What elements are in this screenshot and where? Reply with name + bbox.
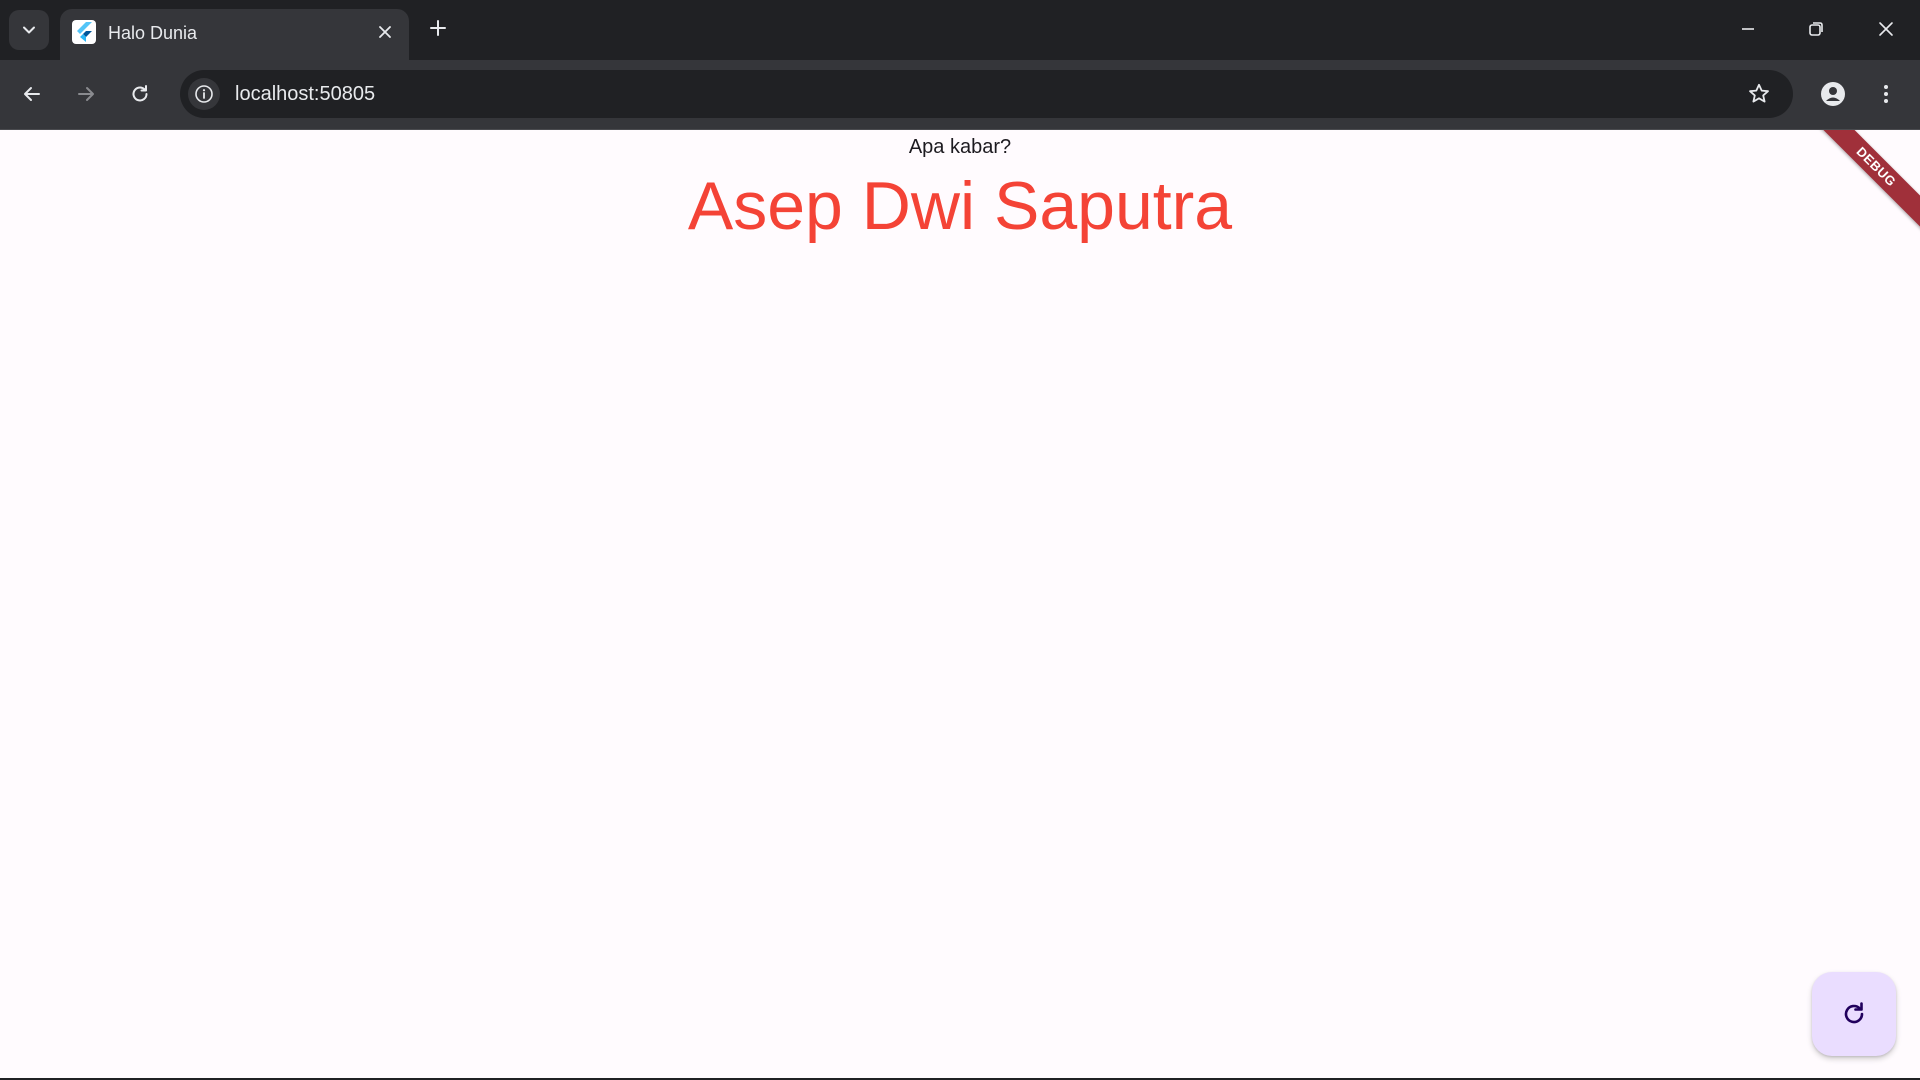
back-button[interactable] — [12, 74, 52, 114]
browser-tab-active[interactable]: Halo Dunia — [60, 9, 409, 60]
refresh-icon — [1844, 1002, 1864, 1024]
arrow-left-icon — [24, 87, 40, 101]
restore-icon — [1809, 22, 1823, 36]
info-icon — [195, 85, 213, 103]
browser-menu-button[interactable] — [1866, 74, 1906, 114]
tab-search-button[interactable] — [9, 10, 49, 50]
profile-button[interactable] — [1813, 74, 1853, 114]
chevron-down-icon — [23, 26, 35, 34]
new-tab-button[interactable] — [422, 12, 454, 44]
more-vert-icon — [1884, 85, 1888, 103]
restore-button[interactable] — [1788, 6, 1844, 52]
refresh-fab-button[interactable] — [1812, 972, 1896, 1056]
name-heading: Asep Dwi Saputra — [687, 168, 1233, 244]
tab-strip: Halo Dunia — [0, 0, 1920, 60]
star-icon — [1749, 83, 1769, 103]
address-bar[interactable]: localhost:50805 — [180, 70, 1793, 118]
close-window-button[interactable] — [1858, 6, 1914, 52]
flutter-logo-icon — [72, 20, 96, 44]
tab-title: Halo Dunia — [108, 23, 198, 43]
close-icon — [1879, 22, 1893, 36]
close-icon — [379, 26, 391, 38]
app-viewport: Apa kabar? Asep Dwi Saputra DEBUG — [0, 130, 1920, 1080]
browser-toolbar: localhost:50805 — [0, 60, 1920, 130]
minimize-button[interactable] — [1720, 6, 1776, 52]
greeting-text: Apa kabar? — [908, 136, 1012, 158]
arrow-right-icon — [78, 87, 94, 101]
person-icon — [1821, 82, 1845, 106]
plus-icon — [430, 20, 446, 36]
forward-button[interactable] — [66, 74, 106, 114]
bookmark-button[interactable] — [1743, 78, 1775, 110]
reload-button[interactable] — [120, 74, 160, 114]
reload-icon — [132, 85, 148, 102]
url-text: localhost:50805 — [235, 83, 376, 105]
site-info-button[interactable] — [188, 78, 220, 110]
tab-close-button[interactable] — [373, 20, 397, 44]
minimize-icon — [1742, 28, 1754, 30]
